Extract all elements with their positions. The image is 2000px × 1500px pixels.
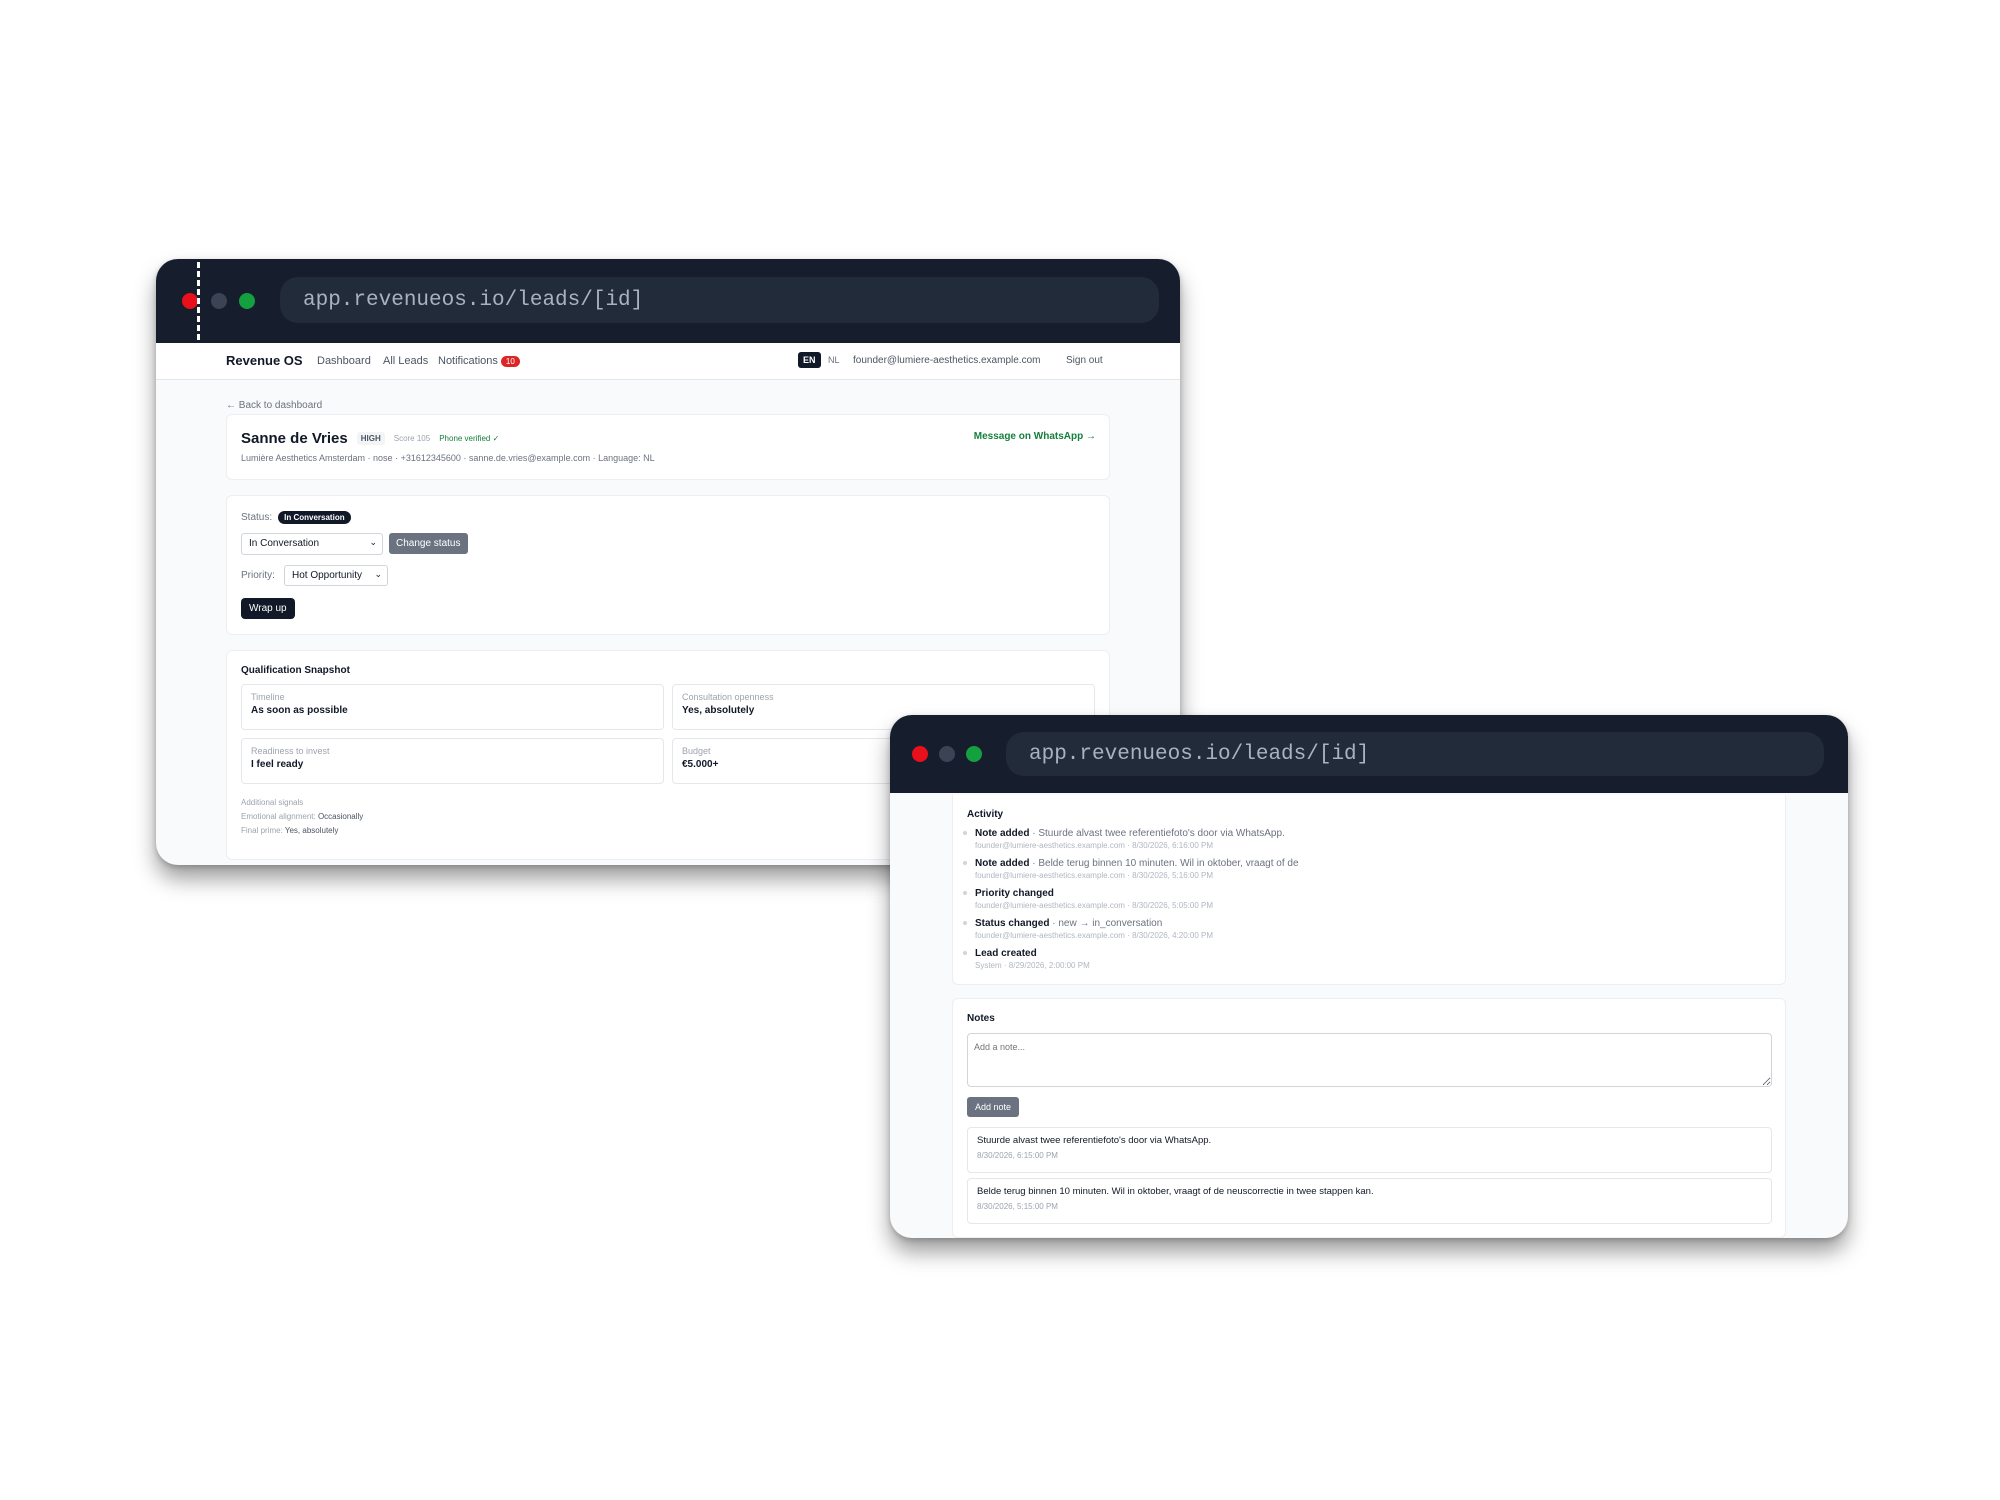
lang-nl-toggle[interactable]: NL	[828, 355, 840, 365]
bullet-icon	[963, 951, 967, 955]
status-card: Status: In Conversation In Conversation …	[226, 495, 1110, 635]
lead-score: Score 105	[393, 434, 431, 443]
activity-item-meta: System · 8/29/2026, 2:00:00 PM	[975, 961, 1090, 970]
signal-label: Emotional alignment:	[241, 812, 316, 821]
field-value: I feel ready	[251, 759, 304, 770]
status-select[interactable]: In Conversation ⌄	[241, 533, 383, 555]
lead-name: Sanne de Vries	[241, 430, 348, 447]
activity-item-title: Note added	[975, 828, 1030, 839]
address-bar[interactable]: app.revenueos.io/leads/[id]	[280, 277, 1159, 323]
add-note-button[interactable]: Add note	[967, 1097, 1020, 1117]
back-to-dashboard-link[interactable]: ← Back to dashboard	[226, 400, 322, 411]
nav-all-leads[interactable]: All Leads	[383, 355, 428, 367]
activity-item-detail: · Stuurde alvast twee referentiefoto's d…	[1032, 828, 1285, 839]
minimize-window-icon[interactable]	[211, 293, 227, 309]
notification-count-badge: 10	[500, 355, 520, 367]
close-window-icon[interactable]	[912, 746, 928, 762]
priority-select[interactable]: Hot Opportunity ⌄	[284, 565, 388, 586]
activity-title: Activity	[967, 809, 1004, 820]
snapshot-field-timeline: Timeline As soon as possible	[241, 684, 664, 730]
browser-titlebar: app.revenueos.io/leads/[id]	[156, 259, 1180, 343]
activity-item-meta: founder@lumiere-aesthetics.example.com ·…	[975, 841, 1214, 850]
lang-en-toggle[interactable]: EN	[798, 352, 821, 368]
close-window-icon[interactable]	[182, 293, 198, 309]
add-note-textarea[interactable]	[967, 1033, 1772, 1087]
signal-label: Final prime:	[241, 826, 283, 835]
address-bar-url: app.revenueos.io/leads/[id]	[303, 288, 644, 312]
nav-dashboard[interactable]: Dashboard	[317, 355, 371, 367]
lead-contact-details: Lumière Aesthetics Amsterdam · nose · +3…	[241, 453, 655, 463]
note-text: Belde terug binnen 10 minuten. Wil in ok…	[977, 1186, 1374, 1197]
additional-signals: Additional signals Emotional alignment: …	[241, 796, 363, 838]
activity-item-meta: founder@lumiere-aesthetics.example.com ·…	[975, 901, 1214, 910]
maximize-window-icon[interactable]	[239, 293, 255, 309]
lead-header-card: Sanne de Vries HIGH Score 105 Phone veri…	[226, 414, 1110, 480]
minimize-window-icon[interactable]	[939, 746, 955, 762]
note-time: 8/30/2026, 6:15:00 PM	[977, 1151, 1058, 1160]
chevron-down-icon: ⌄	[369, 537, 377, 547]
snapshot-field-readiness: Readiness to invest I feel ready	[241, 738, 664, 784]
bullet-icon	[963, 891, 967, 895]
address-bar-url: app.revenueos.io/leads/[id]	[1029, 742, 1370, 766]
nav-notifications[interactable]: Notifications 10	[438, 355, 520, 367]
user-email: founder@lumiere-aesthetics.example.com	[853, 355, 1041, 366]
chevron-down-icon: ⌄	[374, 569, 382, 579]
activity-item-title: Note added	[975, 858, 1030, 869]
activity-item: Priority changed founder@lumiere-aesthet…	[963, 888, 1213, 910]
activity-item-detail: · new → in_conversation	[1052, 918, 1163, 929]
signal-value: Occasionally	[317, 812, 364, 821]
activity-item: Note added · Stuurde alvast twee referen…	[963, 828, 1285, 850]
nav-notifications-label: Notifications	[438, 355, 498, 367]
note-item: Belde terug binnen 10 minuten. Wil in ok…	[967, 1178, 1772, 1224]
status-label: Status:	[241, 512, 273, 523]
address-bar[interactable]: app.revenueos.io/leads/[id]	[1006, 732, 1824, 776]
field-value: As soon as possible	[251, 705, 348, 716]
phone-verified-badge: Phone verified ✓	[439, 434, 500, 443]
status-select-value: In Conversation	[249, 538, 320, 549]
priority-label: Priority:	[241, 570, 275, 581]
note-item: Stuurde alvast twee referentiefoto's doo…	[967, 1127, 1772, 1173]
additional-signals-title: Additional signals	[241, 798, 304, 807]
browser-window-activity-notes: app.revenueos.io/leads/[id] Activity Not…	[890, 715, 1848, 1238]
maximize-window-icon[interactable]	[966, 746, 982, 762]
signal-row: Final prime: Yes, absolutely	[241, 824, 363, 838]
text-cursor-indicator	[197, 262, 200, 340]
notes-card: Notes Add note Stuurde alvast twee refer…	[952, 998, 1786, 1238]
activity-item-title: Lead created	[975, 948, 1037, 959]
bullet-icon	[963, 921, 967, 925]
bullet-icon	[963, 831, 967, 835]
bullet-icon	[963, 861, 967, 865]
activity-item-title: Priority changed	[975, 888, 1054, 899]
note-text: Stuurde alvast twee referentiefoto's doo…	[977, 1135, 1212, 1146]
activity-item-meta: founder@lumiere-aesthetics.example.com ·…	[975, 931, 1214, 940]
field-label: Consultation openness	[682, 692, 774, 702]
signal-value: Yes, absolutely	[284, 826, 339, 835]
browser-titlebar: app.revenueos.io/leads/[id]	[890, 715, 1848, 793]
field-label: Readiness to invest	[251, 746, 330, 756]
priority-select-value: Hot Opportunity	[292, 570, 363, 581]
snapshot-title: Qualification Snapshot	[241, 665, 350, 676]
message-on-whatsapp-link[interactable]: Message on WhatsApp →	[974, 431, 1096, 442]
change-status-button[interactable]: Change status	[389, 533, 468, 554]
activity-item-detail: · Belde terug binnen 10 minuten. Wil in …	[1032, 858, 1299, 869]
brand-logo[interactable]: Revenue OS	[226, 353, 303, 368]
activity-item: Status changed · new → in_conversation f…	[963, 918, 1213, 940]
note-time: 8/30/2026, 5:15:00 PM	[977, 1202, 1058, 1211]
activity-item-title: Status changed	[975, 918, 1050, 929]
wrap-up-button[interactable]: Wrap up	[241, 598, 295, 619]
sign-out-link[interactable]: Sign out	[1066, 355, 1103, 366]
top-nav: Revenue OS Dashboard All Leads Notificat…	[156, 343, 1180, 380]
status-pill: In Conversation	[278, 511, 351, 524]
field-label: Timeline	[251, 692, 285, 702]
activity-card: Activity Note added · Stuurde alvast twe…	[952, 795, 1786, 985]
notes-title: Notes	[967, 1013, 995, 1024]
activity-item-meta: founder@lumiere-aesthetics.example.com ·…	[975, 871, 1214, 880]
activity-item: Note added · Belde terug binnen 10 minut…	[963, 858, 1299, 880]
activity-item: Lead created System · 8/29/2026, 2:00:00…	[963, 948, 1090, 970]
signal-row: Emotional alignment: Occasionally	[241, 810, 363, 824]
priority-badge: HIGH	[356, 432, 385, 445]
